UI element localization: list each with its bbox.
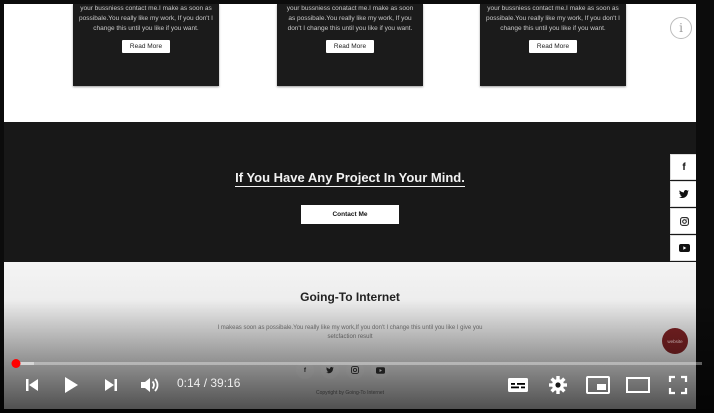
read-more-button[interactable]: Read More bbox=[528, 40, 578, 53]
play-icon[interactable] bbox=[59, 373, 83, 397]
footer-description: I makeas soon as possibale.You really li… bbox=[217, 325, 483, 340]
info-icon[interactable]: i bbox=[670, 17, 692, 39]
twitter-icon[interactable] bbox=[670, 181, 696, 207]
skip-previous-icon[interactable] bbox=[20, 373, 44, 397]
footer-title: Going-To Internet bbox=[300, 290, 400, 304]
read-more-button[interactable]: Read More bbox=[325, 40, 375, 53]
video-player[interactable]: your bussniess contact me.I make as soon… bbox=[0, 0, 714, 413]
card-text: your bussniess contact me.I make as soon… bbox=[79, 5, 213, 32]
facebook-icon[interactable]: f bbox=[670, 154, 696, 180]
time-separator: / bbox=[200, 376, 211, 390]
duration: 39:16 bbox=[210, 376, 241, 390]
skip-next-icon[interactable] bbox=[99, 373, 123, 397]
read-more-button[interactable]: Read More bbox=[121, 40, 171, 53]
project-banner: If You Have Any Project In Your Mind. Co… bbox=[4, 122, 696, 262]
card-text: your bussniess conatact me.I make as soo… bbox=[286, 5, 414, 32]
channel-watermark[interactable]: website bbox=[662, 328, 688, 354]
current-time: 0:14 bbox=[177, 376, 201, 390]
video-frame: your bussniess contact me.I make as soon… bbox=[4, 4, 696, 409]
service-card: your bussniess contact me.I make as soon… bbox=[480, 4, 626, 86]
fullscreen-icon[interactable] bbox=[665, 373, 691, 397]
theater-mode-icon[interactable] bbox=[625, 373, 651, 397]
subtitles-icon[interactable] bbox=[505, 373, 531, 397]
contact-me-button[interactable]: Contact Me bbox=[301, 205, 399, 224]
services-section: your bussniess contact me.I make as soon… bbox=[4, 4, 696, 122]
miniplayer-icon[interactable] bbox=[585, 373, 611, 397]
card-text: your bussniess contact me.I make as soon… bbox=[486, 5, 620, 32]
youtube-icon[interactable] bbox=[670, 235, 696, 261]
social-sidebar: f bbox=[670, 154, 696, 262]
scrubber-handle[interactable] bbox=[11, 359, 21, 368]
progress-bar[interactable] bbox=[11, 359, 702, 368]
gear-icon[interactable] bbox=[545, 373, 571, 397]
banner-title: If You Have Any Project In Your Mind. bbox=[235, 170, 465, 187]
service-card: your bussniess contact me.I make as soon… bbox=[73, 4, 219, 86]
instagram-icon[interactable] bbox=[670, 208, 696, 234]
volume-icon[interactable] bbox=[137, 373, 163, 397]
time-display: 0:14 / 39:16 bbox=[177, 376, 240, 390]
service-card: your bussniess conatact me.I make as soo… bbox=[277, 4, 423, 86]
